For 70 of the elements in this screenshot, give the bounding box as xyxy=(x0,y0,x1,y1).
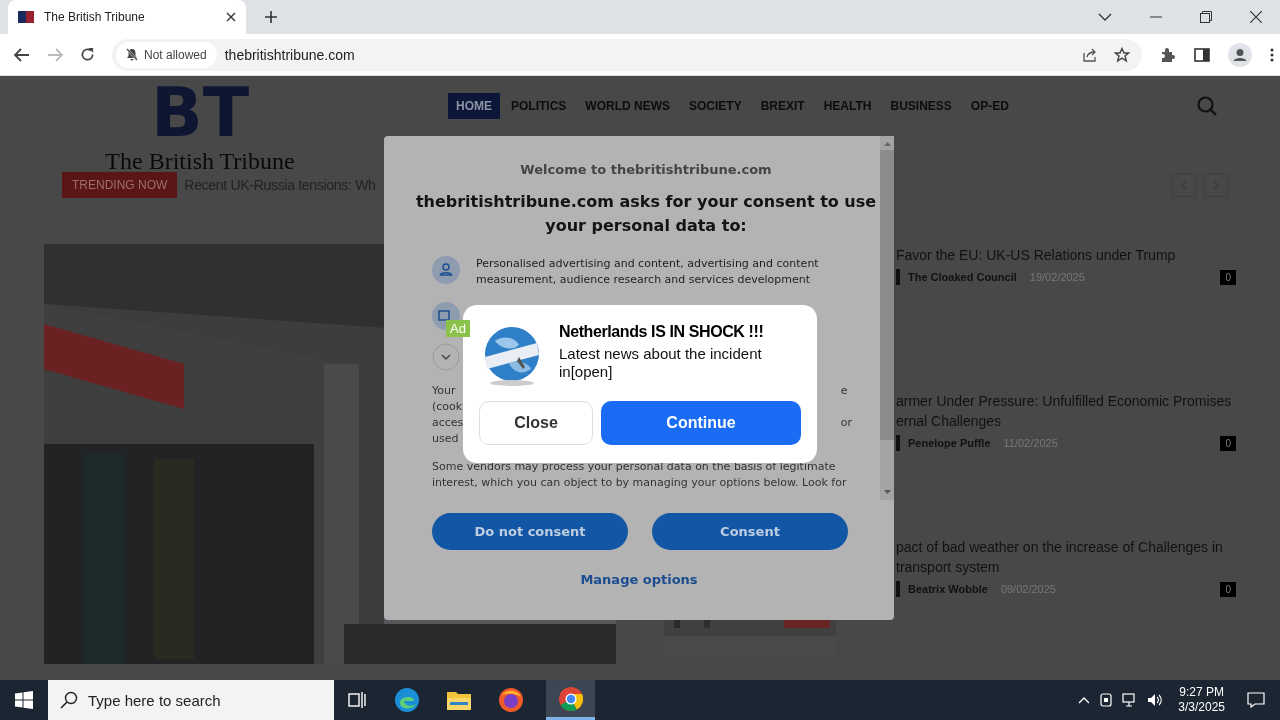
nav-link[interactable]: BREXIT xyxy=(752,93,813,119)
windows-start-icon[interactable] xyxy=(15,691,33,709)
dialog-welcome: Welcome to thebritishtribune.com xyxy=(519,162,773,177)
do-not-consent-button[interactable]: Do not consent xyxy=(432,513,628,550)
nav-link[interactable]: SOCIETY xyxy=(681,93,750,119)
search-input[interactable]: Type here to search xyxy=(86,690,320,710)
task-view-icon[interactable] xyxy=(348,691,368,709)
trending-label: TRENDING NOW xyxy=(62,172,178,198)
comment-count[interactable]: 0 xyxy=(1220,269,1236,285)
person-icon xyxy=(432,256,460,284)
taskbar-search-box[interactable]: Type here to search xyxy=(48,680,334,720)
notifications-icon[interactable] xyxy=(1247,692,1265,708)
tab-search-icon[interactable] xyxy=(1098,13,1112,21)
nav-link[interactable]: WORLD NEWS xyxy=(577,93,678,119)
restore-icon[interactable] xyxy=(1200,11,1212,23)
side-panel-icon[interactable] xyxy=(1194,47,1210,62)
comment-count[interactable]: 0 xyxy=(1220,581,1236,597)
partly-covered-text: or xyxy=(840,415,852,431)
profile-avatar-icon[interactable] xyxy=(1228,42,1252,67)
address-bar[interactable]: Not allowed thebritishtribune.com xyxy=(112,38,1142,71)
muted-bell-icon xyxy=(126,48,138,61)
scrollbar[interactable] xyxy=(880,136,894,500)
extensions-icon[interactable] xyxy=(1160,46,1176,63)
nav-link[interactable]: HOME xyxy=(448,93,500,119)
nav-link[interactable]: BUSINESS xyxy=(882,93,960,119)
bookmark-star-icon[interactable] xyxy=(1114,46,1130,63)
nav-link[interactable]: OP-ED xyxy=(962,93,1017,119)
show-hidden-icons-icon[interactable] xyxy=(1078,696,1091,704)
device-icon[interactable] xyxy=(1099,693,1114,707)
partly-covered-text: Your xyxy=(432,383,457,399)
new-tab-icon[interactable] xyxy=(264,10,278,24)
clock[interactable]: 9:27 PM 3/3/2025 xyxy=(1178,685,1225,715)
browser-tab[interactable]: The British Tribune xyxy=(8,0,246,34)
continue-button[interactable]: Continue xyxy=(601,401,801,445)
scroll-down-icon[interactable] xyxy=(883,490,891,494)
logo-name[interactable]: The British Tribune xyxy=(105,148,295,174)
chrome-icon xyxy=(557,685,584,712)
nav-link[interactable]: POLITICS xyxy=(503,93,575,119)
edge-icon[interactable] xyxy=(394,687,420,713)
logo-mark[interactable]: BT xyxy=(150,78,250,148)
article-author[interactable]: Beatrix Wobble xyxy=(908,583,988,595)
manage-options-link[interactable]: Manage options xyxy=(580,572,698,587)
notification-permission-chip[interactable]: Not allowed xyxy=(116,41,217,68)
ad-headline: Netherlands IS IN SHOCK !!! xyxy=(559,323,765,341)
firefox-icon[interactable] xyxy=(498,687,524,713)
volume-icon[interactable] xyxy=(1147,693,1164,707)
partly-covered-text: used xyxy=(432,431,460,447)
menu-icon[interactable] xyxy=(1270,47,1274,62)
ad-badge: Ad xyxy=(446,320,470,337)
close-icon[interactable] xyxy=(226,12,236,22)
chrome-taskbar-button[interactable] xyxy=(546,680,595,720)
partly-covered-text: acces xyxy=(432,415,464,431)
site-favicon xyxy=(18,11,34,23)
share-icon[interactable] xyxy=(1082,47,1098,62)
close-button[interactable]: Close xyxy=(479,401,593,445)
folder-icon[interactable] xyxy=(446,689,472,711)
back-icon[interactable] xyxy=(14,47,30,62)
consent-button[interactable]: Consent xyxy=(652,513,848,550)
tab-title: The British Tribune xyxy=(44,10,146,24)
reload-icon[interactable] xyxy=(80,47,95,62)
close-icon[interactable] xyxy=(1250,11,1262,23)
comment-count[interactable]: 0 xyxy=(1220,435,1236,451)
search-icon xyxy=(60,691,78,709)
partly-covered-text: e xyxy=(840,383,849,399)
nav-link[interactable]: HEALTH xyxy=(815,93,880,119)
ad-text: Latest news about the incident in[open] xyxy=(559,345,763,381)
purpose-text: Personalised advertising and content, advertising and content measurement, audience research and services development xyxy=(476,256,820,288)
dialog-heading: thebritishtribune.com asks for your consent to use your personal data to: xyxy=(414,191,878,237)
url-text: thebritishtribune.com xyxy=(224,46,355,63)
partly-covered-text: (cook xyxy=(432,399,464,415)
